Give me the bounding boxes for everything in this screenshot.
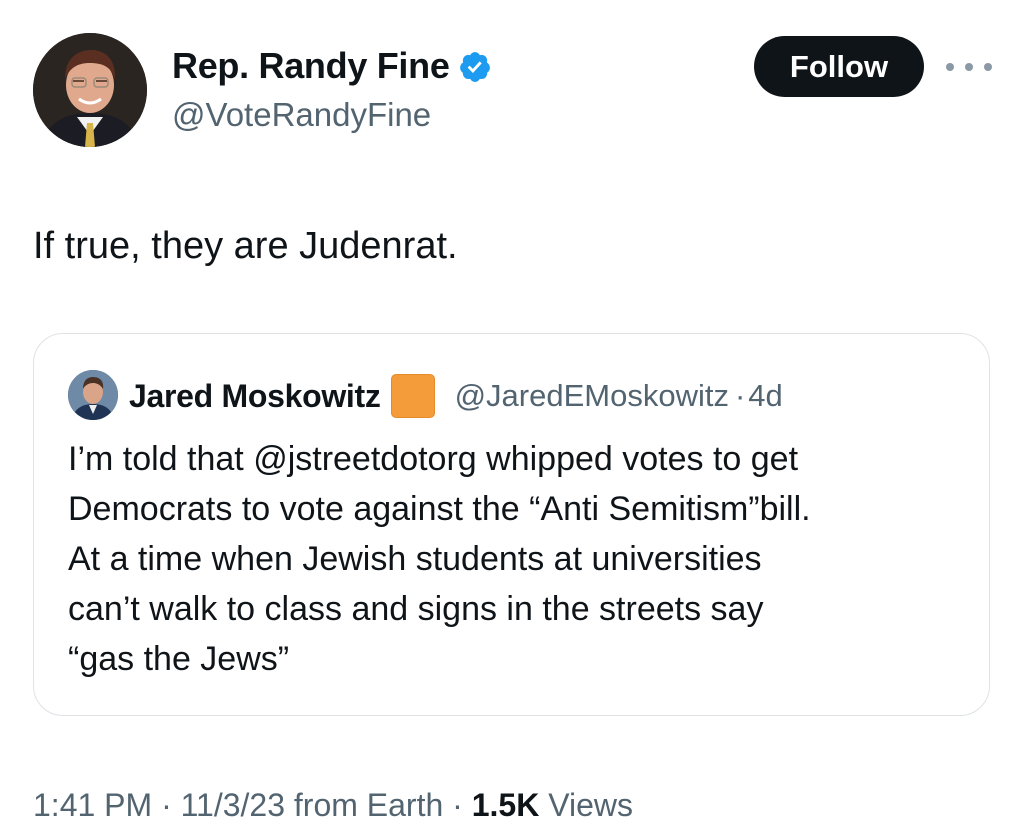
author-name-row: Rep. Randy Fine — [172, 44, 492, 88]
quote-author-photo — [68, 370, 118, 420]
tweet-date[interactable]: 11/3/23 — [181, 787, 285, 823]
orange-square-icon — [390, 374, 435, 418]
quote-author-avatar[interactable] — [68, 370, 118, 420]
verified-badge-icon — [459, 52, 490, 82]
more-dot-icon — [965, 63, 973, 71]
meta-separator: · — [443, 787, 472, 823]
separator-dot: · — [734, 378, 746, 413]
tweet-source: from Earth — [285, 787, 444, 823]
quote-text: I’m told that @jstreetdotorg whipped vot… — [68, 440, 811, 678]
more-dot-icon — [946, 63, 954, 71]
tweet-time[interactable]: 1:41 PM — [33, 787, 152, 823]
tweet-meta: 1:41 PM · 11/3/23 from Earth · 1.5K View… — [33, 783, 633, 827]
more-dot-icon — [984, 63, 992, 71]
quote-header: Jared Moskowitz @JaredEMoskowitz · 4d — [129, 370, 783, 422]
quote-timestamp[interactable]: 4d — [748, 378, 782, 414]
author-avatar[interactable] — [33, 33, 147, 147]
author-handle[interactable]: @VoteRandyFine — [172, 95, 431, 135]
tweet-text: If true, they are Judenrat. — [33, 225, 458, 267]
quote-author-handle[interactable]: @JaredEMoskowitz — [455, 378, 729, 414]
author-photo — [33, 33, 147, 147]
views-label[interactable]: Views — [539, 787, 633, 823]
views-count[interactable]: 1.5K — [472, 787, 540, 823]
meta-separator: · — [152, 787, 181, 823]
more-options-icon[interactable] — [946, 56, 992, 78]
quote-author-name[interactable]: Jared Moskowitz — [129, 378, 381, 415]
author-name[interactable]: Rep. Randy Fine — [172, 44, 450, 88]
quoted-tweet[interactable]: Jared Moskowitz @JaredEMoskowitz · 4d I’… — [33, 333, 990, 716]
follow-button[interactable]: Follow — [754, 36, 924, 97]
